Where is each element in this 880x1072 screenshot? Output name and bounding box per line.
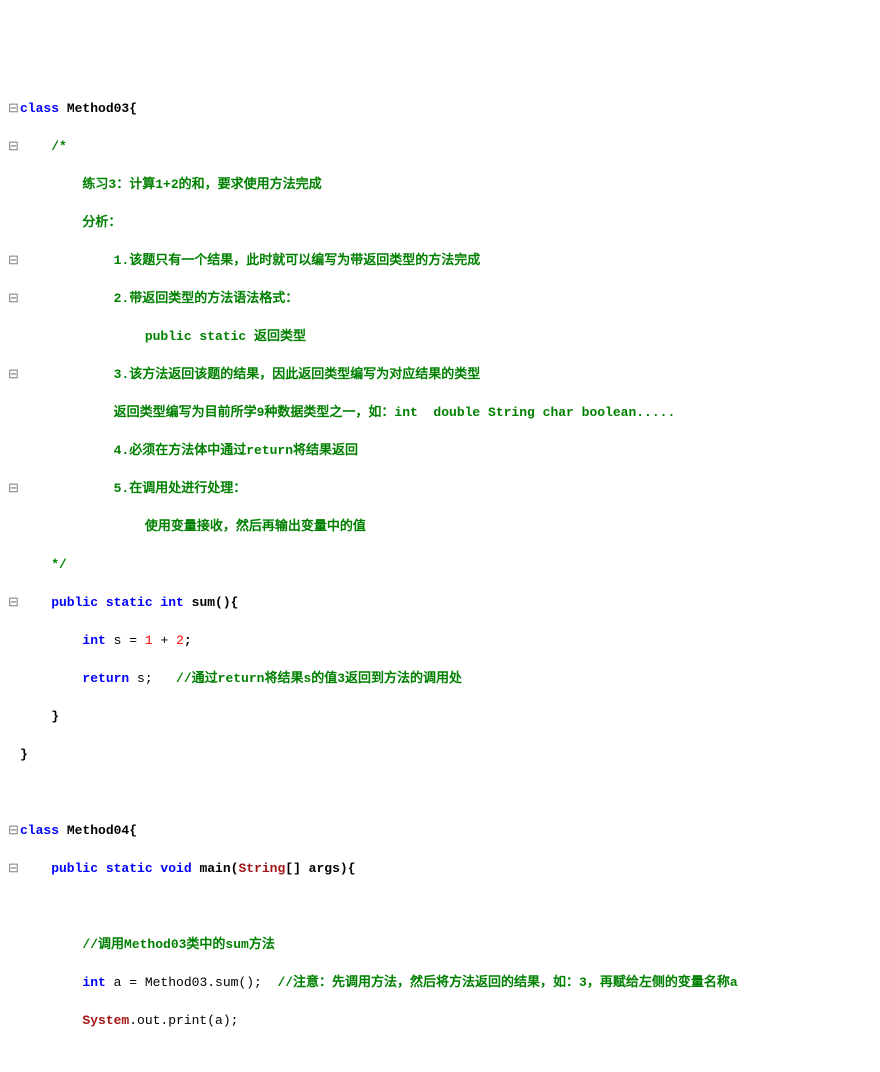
- code-line: ⊟ 2.带返回类型的方法语法格式：: [8, 289, 872, 308]
- code-line: [8, 783, 872, 802]
- gutter-bar: [8, 897, 20, 916]
- method-name: sum: [192, 595, 215, 610]
- gutter-bar: [8, 403, 20, 422]
- fold-icon[interactable]: ⊟: [8, 821, 20, 840]
- gutter-bar: [8, 1011, 20, 1030]
- method-name: main: [199, 861, 230, 876]
- fold-icon[interactable]: ⊟: [8, 593, 20, 612]
- paren: (: [231, 861, 239, 876]
- code-line: 4.必须在方法体中通过return将结果返回: [8, 441, 872, 460]
- code-line: ⊟ 1.该题只有一个结果，此时就可以编写为带返回类型的方法完成: [8, 251, 872, 270]
- fold-icon[interactable]: ⊟: [8, 289, 20, 308]
- comment-text: /*: [20, 139, 67, 154]
- gutter-bar: [8, 783, 20, 802]
- code-line: [8, 1049, 872, 1068]
- code-line: 返回类型编写为目前所学9种数据类型之一，如：int double String …: [8, 403, 872, 422]
- code-line: System.out.print(a);: [8, 1011, 872, 1030]
- brace: }: [20, 747, 28, 762]
- code-line: ⊟ 5.在调用处进行处理：: [8, 479, 872, 498]
- code-line: ⊟ public static void main(String[] args)…: [8, 859, 872, 878]
- gutter-bar: [8, 745, 20, 764]
- comment-text: 练习3：计算1+2的和，要求使用方法完成: [20, 177, 322, 192]
- comment-text: //调用Method03类中的sum方法: [20, 937, 275, 952]
- fold-icon[interactable]: ⊟: [8, 251, 20, 270]
- gutter-bar: [8, 175, 20, 194]
- code-line: int a = Method03.sum(); //注意：先调用方法，然后将方法…: [8, 973, 872, 992]
- gutter-bar: [8, 973, 20, 992]
- keyword-class: class: [20, 101, 67, 116]
- statement: a = Method03.sum();: [114, 975, 278, 990]
- code-line: ⊟ 3.该方法返回该题的结果，因此返回类型编写为对应结果的类型: [8, 365, 872, 384]
- comment-text: 1.该题只有一个结果，此时就可以编写为带返回类型的方法完成: [20, 253, 480, 268]
- gutter-bar: [8, 631, 20, 650]
- type-system: System: [20, 1013, 129, 1028]
- code-line: ⊟ /*: [8, 137, 872, 156]
- variable: s =: [114, 633, 145, 648]
- keyword-int: int: [20, 633, 114, 648]
- gutter-bar: [8, 441, 20, 460]
- code-line: 分析：: [8, 213, 872, 232]
- fold-icon[interactable]: ⊟: [8, 365, 20, 384]
- keyword-return: return: [20, 671, 137, 686]
- code-line: }: [8, 745, 872, 764]
- code-line: 练习3：计算1+2的和，要求使用方法完成: [8, 175, 872, 194]
- class-name: Method03: [67, 101, 129, 116]
- code-line: //调用Method03类中的sum方法: [8, 935, 872, 954]
- fold-icon[interactable]: ⊟: [8, 99, 20, 118]
- comment-text: 3.该方法返回该题的结果，因此返回类型编写为对应结果的类型: [20, 367, 480, 382]
- gutter-bar: [8, 327, 20, 346]
- operator: +: [153, 633, 176, 648]
- comment-text: 使用变量接收，然后再输出变量中的值: [20, 519, 366, 534]
- brace: }: [20, 709, 59, 724]
- comment-text: //通过return将结果s的值3返回到方法的调用处: [176, 671, 462, 686]
- brace: {: [129, 101, 137, 116]
- comment-text: 4.必须在方法体中通过return将结果返回: [20, 443, 358, 458]
- fold-icon[interactable]: ⊟: [8, 479, 20, 498]
- keyword-public: public static void: [20, 861, 199, 876]
- paren: (){: [215, 595, 238, 610]
- fold-icon[interactable]: ⊟: [8, 137, 20, 156]
- variable: s;: [137, 671, 176, 686]
- fold-icon[interactable]: ⊟: [8, 859, 20, 878]
- code-line: ⊟class Method04{: [8, 821, 872, 840]
- gutter-bar: [8, 707, 20, 726]
- gutter-bar: [8, 935, 20, 954]
- code-line: [8, 897, 872, 916]
- brace: {: [129, 823, 137, 838]
- gutter-bar: [8, 213, 20, 232]
- keyword-class: class: [20, 823, 67, 838]
- code-line: ⊟class Method03{: [8, 99, 872, 118]
- semicolon: ;: [184, 633, 192, 648]
- comment-text: 2.带返回类型的方法语法格式：: [20, 291, 298, 306]
- gutter-bar: [8, 669, 20, 688]
- comment-text: 返回类型编写为目前所学9种数据类型之一，如：int double String …: [20, 405, 675, 420]
- code-line: int s = 1 + 2;: [8, 631, 872, 650]
- code-line: ⊟ public static int sum(){: [8, 593, 872, 612]
- statement: .out.print(a);: [129, 1013, 238, 1028]
- code-line: 使用变量接收，然后再输出变量中的值: [8, 517, 872, 536]
- code-editor: ⊟class Method03{ ⊟ /* 练习3：计算1+2的和，要求使用方法…: [8, 80, 872, 1072]
- code-line: public static 返回类型: [8, 327, 872, 346]
- gutter-bar: [8, 517, 20, 536]
- number-literal: 2: [176, 633, 184, 648]
- code-line: return s; //通过return将结果s的值3返回到方法的调用处: [8, 669, 872, 688]
- type-string: String: [238, 861, 285, 876]
- comment-text: //注意：先调用方法，然后将方法返回的结果，如：3，再赋给左侧的变量名称a: [277, 975, 737, 990]
- code-line: }: [8, 707, 872, 726]
- args: [] args){: [285, 861, 355, 876]
- gutter-bar: [8, 1049, 20, 1068]
- comment-text: */: [20, 557, 67, 572]
- gutter-bar: [8, 555, 20, 574]
- number-literal: 1: [145, 633, 153, 648]
- class-name: Method04: [67, 823, 129, 838]
- code-line: */: [8, 555, 872, 574]
- comment-text: public static 返回类型: [20, 329, 306, 344]
- keyword-int: int: [20, 975, 114, 990]
- keyword-public: public static int: [20, 595, 192, 610]
- comment-text: 5.在调用处进行处理：: [20, 481, 246, 496]
- comment-text: 分析：: [20, 215, 121, 230]
